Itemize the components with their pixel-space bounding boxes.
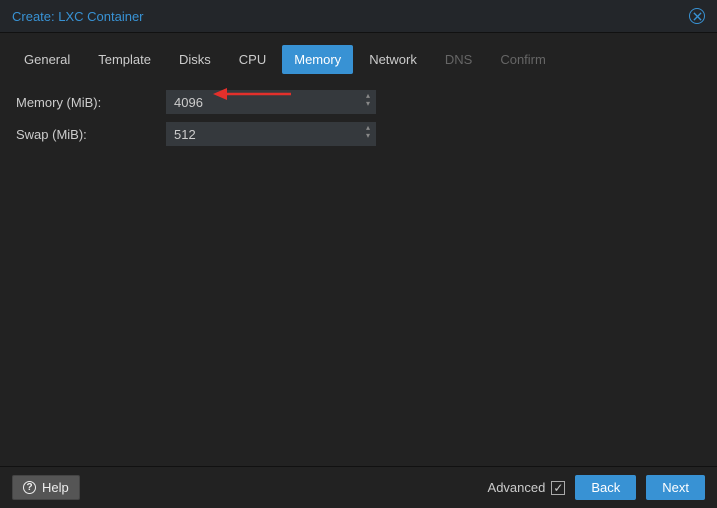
memory-spinner: ▴ ▾ xyxy=(166,90,376,114)
swap-input[interactable] xyxy=(166,122,376,146)
tab-memory[interactable]: Memory xyxy=(282,45,353,74)
tab-confirm: Confirm xyxy=(488,45,558,74)
advanced-label: Advanced xyxy=(488,480,546,495)
tab-dns: DNS xyxy=(433,45,484,74)
next-button[interactable]: Next xyxy=(646,475,705,500)
footer-right: Advanced ✓ Back Next xyxy=(488,475,705,500)
back-button[interactable]: Back xyxy=(575,475,636,500)
memory-label: Memory (MiB): xyxy=(16,95,166,110)
advanced-toggle[interactable]: Advanced ✓ xyxy=(488,480,566,495)
swap-label: Swap (MiB): xyxy=(16,127,166,142)
tab-template[interactable]: Template xyxy=(86,45,163,74)
dialog-title: Create: LXC Container xyxy=(12,9,144,24)
dialog-footer: ? Help Advanced ✓ Back Next xyxy=(0,466,717,508)
help-icon: ? xyxy=(23,481,36,494)
help-button[interactable]: ? Help xyxy=(12,475,80,500)
tab-cpu[interactable]: CPU xyxy=(227,45,278,74)
swap-row: Swap (MiB): ▴ ▾ xyxy=(16,122,701,146)
tab-general[interactable]: General xyxy=(12,45,82,74)
content-pane: Memory (MiB): ▴ ▾ Swap (MiB): ▴ ▾ xyxy=(0,74,717,146)
chevron-down-icon[interactable]: ▾ xyxy=(366,100,370,108)
spinner-arrows-icon[interactable]: ▴ ▾ xyxy=(366,92,370,108)
close-icon[interactable] xyxy=(689,8,705,24)
spinner-arrows-icon[interactable]: ▴ ▾ xyxy=(366,124,370,140)
tab-network[interactable]: Network xyxy=(357,45,429,74)
dialog-header: Create: LXC Container xyxy=(0,0,717,33)
memory-input[interactable] xyxy=(166,90,376,114)
advanced-checkbox[interactable]: ✓ xyxy=(551,481,565,495)
tab-bar: General Template Disks CPU Memory Networ… xyxy=(0,33,717,74)
chevron-down-icon[interactable]: ▾ xyxy=(366,132,370,140)
swap-spinner: ▴ ▾ xyxy=(166,122,376,146)
memory-row: Memory (MiB): ▴ ▾ xyxy=(16,90,701,114)
help-label: Help xyxy=(42,480,69,495)
tab-disks[interactable]: Disks xyxy=(167,45,223,74)
